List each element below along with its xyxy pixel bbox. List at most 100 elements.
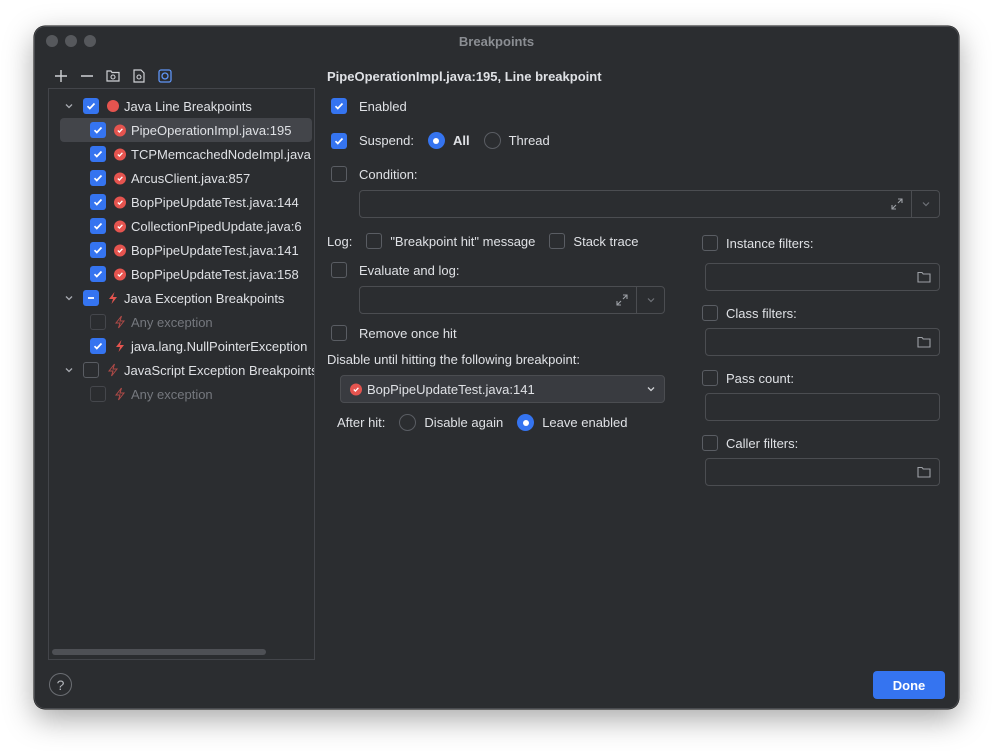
line-breakpoint-icon [112, 170, 128, 186]
pass-count-input[interactable] [705, 393, 940, 421]
breakpoints-tree: Java Line Breakpoints PipeOperationImpl.… [48, 88, 315, 660]
leave-enabled-label: Leave enabled [542, 415, 628, 430]
tree-item-js-exception-breakpoint[interactable]: Any exception [90, 382, 213, 406]
caller-filters-row[interactable]: Caller filters: [702, 435, 798, 451]
minus-icon[interactable] [79, 68, 95, 84]
instance-filters-checkbox[interactable] [702, 235, 718, 251]
evaluate-checkbox[interactable] [331, 262, 347, 278]
disable-again-radio[interactable] [399, 414, 417, 431]
log-message-label: "Breakpoint hit" message [390, 233, 536, 249]
chevron-down-icon[interactable] [637, 287, 664, 313]
class-filters-row[interactable]: Class filters: [702, 305, 797, 321]
breakpoints-dialog: Breakpoints Java Line Breakpoints PipeOp… [34, 26, 959, 709]
evaluate-row[interactable]: Evaluate and log: [331, 262, 459, 278]
group-by-package-icon[interactable] [105, 68, 121, 84]
tree-item-line-breakpoint[interactable]: TCPMemcachedNodeImpl.java [90, 142, 311, 166]
folder-icon[interactable] [909, 459, 939, 485]
details-heading: PipeOperationImpl.java:195, Line breakpo… [327, 69, 602, 84]
instance-filters-row[interactable]: Instance filters: [702, 235, 813, 251]
breakpoints-toolbar [53, 67, 173, 85]
horizontal-scrollbar[interactable] [52, 649, 266, 655]
help-button[interactable]: ? [49, 673, 72, 696]
evaluate-input[interactable] [359, 286, 665, 314]
lightning-icon [112, 338, 128, 354]
chevron-down-icon[interactable] [63, 292, 75, 304]
checkbox-checked[interactable] [90, 122, 106, 138]
checkbox-unchecked[interactable] [90, 386, 106, 402]
tree-item-line-breakpoint[interactable]: BopPipeUpdateTest.java:141 [90, 238, 299, 262]
condition-input[interactable] [359, 190, 940, 218]
enabled-checkbox[interactable] [331, 98, 347, 114]
tree-item-line-breakpoint[interactable]: CollectionPipedUpdate.java:6 [90, 214, 302, 238]
log-message-checkbox[interactable] [366, 233, 383, 249]
chevron-down-icon[interactable] [63, 364, 75, 376]
checkbox-checked[interactable] [90, 338, 106, 354]
tree-group-javascript-exception[interactable]: JavaScript Exception Breakpoints [63, 358, 315, 382]
group-by-file-icon[interactable] [131, 68, 147, 84]
pass-count-label: Pass count: [726, 370, 794, 386]
checkbox-checked[interactable] [90, 218, 106, 234]
tree-item-exception-breakpoint[interactable]: Any exception [90, 310, 213, 334]
line-breakpoint-icon [349, 382, 363, 396]
caller-filters-input[interactable] [705, 458, 940, 486]
tree-item-label: Any exception [131, 386, 213, 402]
plus-icon[interactable] [53, 68, 69, 84]
caller-filters-checkbox[interactable] [702, 435, 718, 451]
tree-item-exception-breakpoint[interactable]: java.lang.NullPointerException [90, 334, 307, 358]
tree-group-java-line[interactable]: Java Line Breakpoints [63, 94, 252, 118]
group-by-class-icon[interactable] [157, 68, 173, 84]
pass-count-row[interactable]: Pass count: [702, 370, 794, 386]
class-filters-checkbox[interactable] [702, 305, 718, 321]
tree-item-line-breakpoint[interactable]: PipeOperationImpl.java:195 [60, 118, 312, 142]
lightning-icon [112, 314, 128, 330]
stack-trace-checkbox[interactable] [549, 233, 566, 249]
tree-item-line-breakpoint[interactable]: ArcusClient.java:857 [90, 166, 250, 190]
suspend-label: Suspend: [359, 133, 414, 148]
tree-group-label: JavaScript Exception Breakpoints [124, 362, 315, 378]
tree-item-label: CollectionPipedUpdate.java:6 [131, 218, 302, 234]
pass-count-checkbox[interactable] [702, 370, 718, 386]
chevron-down-icon[interactable] [912, 191, 939, 217]
disable-until-value: BopPipeUpdateTest.java:141 [367, 381, 535, 397]
checkbox-unchecked[interactable] [83, 362, 99, 378]
instance-filters-input[interactable] [705, 263, 940, 291]
remove-once-checkbox[interactable] [331, 325, 347, 341]
remove-once-row[interactable]: Remove once hit [331, 325, 457, 341]
expand-icon[interactable] [883, 191, 911, 217]
tree-item-line-breakpoint[interactable]: BopPipeUpdateTest.java:158 [90, 262, 299, 286]
checkbox-checked[interactable] [83, 98, 99, 114]
enabled-checkbox-row[interactable]: Enabled [331, 98, 407, 114]
checkbox-unchecked[interactable] [90, 314, 106, 330]
checkbox-checked[interactable] [90, 266, 106, 282]
suspend-checkbox[interactable] [331, 132, 347, 149]
line-breakpoint-icon [112, 266, 128, 282]
condition-checkbox[interactable] [331, 166, 347, 182]
tree-group-java-exception[interactable]: Java Exception Breakpoints [63, 286, 284, 310]
breakpoint-dot-icon [105, 98, 121, 114]
after-hit-label: After hit: [337, 415, 386, 430]
folder-icon[interactable] [909, 329, 939, 355]
suspend-thread-label: Thread [508, 133, 550, 148]
done-button[interactable]: Done [873, 671, 945, 699]
checkbox-checked[interactable] [90, 170, 106, 186]
tree-item-line-breakpoint[interactable]: BopPipeUpdateTest.java:144 [90, 190, 299, 214]
checkbox-checked[interactable] [90, 146, 106, 162]
checkbox-indeterminate[interactable] [83, 290, 99, 306]
tree-item-label: BopPipeUpdateTest.java:141 [131, 242, 299, 258]
class-filters-input[interactable] [705, 328, 940, 356]
leave-enabled-radio[interactable] [517, 414, 535, 431]
expand-icon[interactable] [608, 287, 636, 313]
condition-row[interactable]: Condition: [331, 166, 418, 182]
checkbox-checked[interactable] [90, 194, 106, 210]
checkbox-checked[interactable] [90, 242, 106, 258]
suspend-thread-radio[interactable] [483, 132, 501, 149]
chevron-down-icon[interactable] [63, 100, 75, 112]
tree-item-label: BopPipeUpdateTest.java:158 [131, 266, 299, 282]
tree-item-label: BopPipeUpdateTest.java:144 [131, 194, 299, 210]
suspend-all-radio[interactable] [427, 132, 445, 149]
disable-until-select[interactable]: BopPipeUpdateTest.java:141 [340, 375, 665, 403]
breakpoint-details-panel: PipeOperationImpl.java:195, Line breakpo… [327, 67, 947, 667]
folder-icon[interactable] [909, 264, 939, 290]
after-hit-row: After hit: Disable again Leave enabled [337, 414, 628, 431]
enabled-label: Enabled [359, 98, 407, 114]
